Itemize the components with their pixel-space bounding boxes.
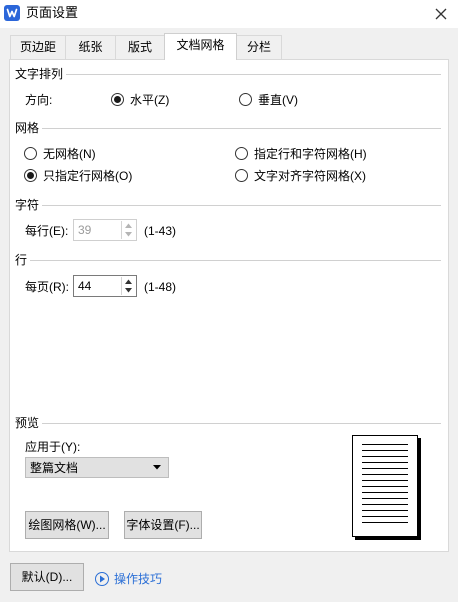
lines-per-page-spinner[interactable]: 44	[73, 275, 137, 297]
tab-paper[interactable]: 纸张	[65, 35, 116, 59]
preview-line	[362, 510, 408, 511]
draw-grid-button[interactable]: 绘图网格(W)...	[25, 511, 109, 539]
document-grid-panel: 文字排列 方向: 水平(Z) 垂直(V) 网格 无网格(N) 指定行和字符网格(…	[9, 59, 449, 552]
spinner-arrows	[121, 277, 135, 295]
tab-strip: 页边距 纸张 版式 文档网格 分栏	[0, 33, 458, 60]
tab-layout[interactable]: 版式	[115, 35, 165, 59]
play-help-icon[interactable]	[95, 572, 109, 586]
direction-label: 方向:	[25, 93, 53, 107]
close-icon	[435, 8, 447, 20]
chars-per-line-label: 每行(E):	[25, 224, 69, 238]
spin-down-icon	[122, 230, 135, 239]
tab-columns[interactable]: 分栏	[236, 35, 282, 59]
preview-line	[362, 462, 408, 463]
default-button[interactable]: 默认(D)...	[10, 563, 84, 591]
vertical-radio-label[interactable]: 垂直(V)	[258, 93, 298, 107]
grid-section-label: 网格	[15, 121, 43, 135]
lines-only-grid-radio-label[interactable]: 只指定行网格(O)	[43, 169, 132, 183]
chars-per-line-spinner: 39	[73, 219, 137, 241]
line-and-char-grid-radio[interactable]	[235, 147, 248, 160]
tips-link[interactable]: 操作技巧	[114, 572, 162, 586]
line-and-char-grid-radio-label[interactable]: 指定行和字符网格(H)	[254, 147, 367, 161]
preview-line	[362, 504, 408, 505]
spinner-arrows	[121, 221, 135, 239]
chars-per-line-range: (1-43)	[144, 224, 177, 238]
vertical-radio[interactable]	[239, 93, 252, 106]
text-direction-section-label: 文字排列	[15, 67, 67, 81]
chars-per-line-value: 39	[78, 223, 92, 237]
preview-line	[362, 492, 408, 493]
window-title: 页面设置	[26, 5, 79, 20]
preview-section-label: 预览	[15, 416, 43, 430]
preview-line	[362, 480, 408, 481]
spin-down-icon[interactable]	[122, 286, 135, 295]
tab-document-grid[interactable]: 文档网格	[164, 33, 237, 60]
section-divider	[15, 205, 441, 206]
preview-line	[362, 456, 408, 457]
lines-per-page-value[interactable]: 44	[78, 279, 91, 293]
font-settings-button[interactable]: 字体设置(F)...	[124, 511, 202, 539]
apply-to-value[interactable]: 整篇文档	[30, 461, 78, 475]
close-button[interactable]	[430, 4, 452, 24]
apply-to-label: 应用于(Y):	[25, 440, 81, 454]
no-grid-radio[interactable]	[24, 147, 37, 160]
title-bar: 页面设置	[0, 0, 458, 28]
apply-to-select[interactable]: 整篇文档	[25, 457, 169, 478]
dropdown-arrow-icon	[153, 465, 161, 470]
lines-section-label: 行	[15, 253, 31, 267]
section-divider	[15, 423, 441, 424]
section-divider	[15, 128, 441, 129]
section-divider	[15, 74, 441, 75]
preview-line	[362, 450, 408, 451]
snap-to-char-grid-radio[interactable]	[235, 169, 248, 182]
preview-line	[362, 498, 408, 499]
lines-only-grid-radio[interactable]	[24, 169, 37, 182]
preview-line	[362, 486, 408, 487]
horizontal-radio[interactable]	[111, 93, 124, 106]
preview-line	[362, 468, 408, 469]
horizontal-radio-label[interactable]: 水平(Z)	[130, 93, 169, 107]
preview-line	[362, 474, 408, 475]
preview-line	[362, 516, 408, 517]
tab-margins[interactable]: 页边距	[10, 35, 66, 59]
lines-per-page-range: (1-48)	[144, 280, 177, 294]
no-grid-radio-label[interactable]: 无网格(N)	[43, 147, 96, 161]
spin-up-icon[interactable]	[122, 277, 135, 286]
preview-line	[362, 444, 408, 445]
page-preview	[352, 435, 418, 537]
wps-app-icon	[4, 5, 20, 21]
preview-line	[362, 522, 408, 523]
spin-up-icon	[122, 221, 135, 230]
snap-to-char-grid-radio-label[interactable]: 文字对齐字符网格(X)	[254, 169, 366, 183]
section-divider	[15, 260, 441, 261]
characters-section-label: 字符	[15, 198, 43, 212]
lines-per-page-label: 每页(R):	[25, 280, 69, 294]
